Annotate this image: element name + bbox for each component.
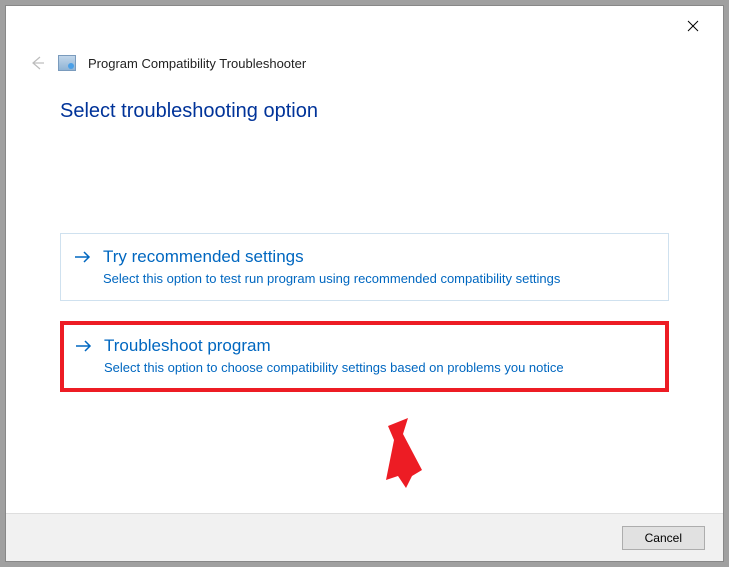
option-try-recommended[interactable]: Try recommended settings Select this opt…: [60, 233, 669, 301]
arrow-right-icon: [76, 339, 92, 358]
troubleshooter-window: Program Compatibility Troubleshooter Sel…: [5, 5, 724, 562]
close-icon: [687, 20, 699, 32]
option-title: Try recommended settings: [103, 246, 654, 268]
titlebar: [6, 6, 723, 46]
header-title: Program Compatibility Troubleshooter: [88, 56, 306, 71]
option-description: Select this option to choose compatibili…: [104, 359, 653, 377]
option-troubleshoot-program[interactable]: Troubleshoot program Select this option …: [60, 321, 669, 391]
option-title: Troubleshoot program: [104, 335, 653, 357]
header-bar: Program Compatibility Troubleshooter: [6, 46, 723, 82]
annotation-pointer-arrow: [374, 418, 430, 500]
app-icon: [58, 55, 76, 71]
back-button[interactable]: [28, 54, 46, 72]
close-button[interactable]: [681, 14, 705, 38]
cancel-button[interactable]: Cancel: [622, 526, 705, 550]
arrow-right-icon: [75, 250, 91, 269]
option-description: Select this option to test run program u…: [103, 270, 654, 288]
content-area: Select troubleshooting option Try recomm…: [6, 82, 723, 392]
back-arrow-icon: [28, 54, 46, 72]
page-title: Select troubleshooting option: [60, 100, 669, 123]
footer-bar: Cancel: [6, 513, 723, 561]
